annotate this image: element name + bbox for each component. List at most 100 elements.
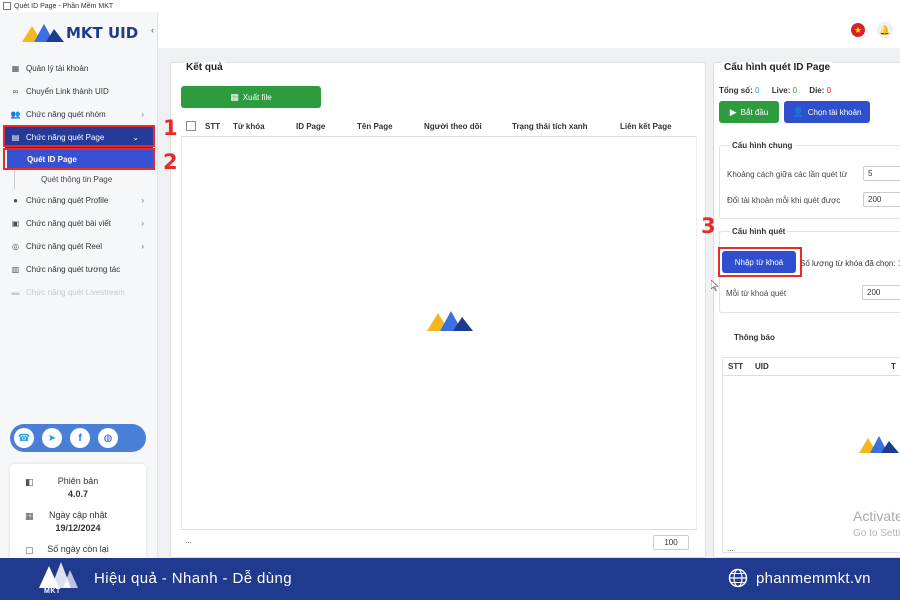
sidebar-item-scan-reel[interactable]: ◎ Chức năng quét Reel › [0, 235, 158, 258]
column-header[interactable]: STT [728, 362, 743, 371]
interaction-icon: ▥ [11, 265, 20, 274]
sidebar-item-scan-interaction[interactable]: ▥ Chức năng quét tương tác [0, 258, 158, 281]
notification-table-header: STT UID T [723, 358, 900, 376]
select-all-checkbox[interactable] [186, 121, 196, 131]
globe-icon [728, 568, 748, 588]
column-header[interactable]: UID [755, 362, 769, 371]
vietnam-flag-icon[interactable]: ★ [851, 23, 865, 37]
sidebar-item-link-to-uid[interactable]: ∞ Chuyển Link thành UID [0, 80, 158, 103]
globe-icon[interactable]: ◍ [98, 428, 118, 448]
results-panel: Kết quả ▦ Xuất file STT Từ khóa ID Page … [170, 62, 706, 558]
delay-label: Khoảng cách giữa các lần quét từ [727, 170, 848, 179]
keyword-count: Số lượng từ khóa đã chọn: 1 [800, 259, 900, 268]
sidebar-nav: ▦ Quản lý tài khoản ∞ Chuyển Link thành … [0, 57, 158, 304]
sidebar-item-scan-group[interactable]: 👥 Chức năng quét nhóm › [0, 103, 158, 126]
step-number: 2 [163, 150, 178, 174]
column-header[interactable]: ID Page [296, 122, 325, 131]
sidebar-item-label: Chức năng quét Livestream [26, 288, 125, 297]
mouse-cursor-icon [711, 280, 719, 291]
highlight-import-keywords [718, 247, 802, 277]
step-number: 3 [701, 214, 716, 238]
box-icon: ▢ [25, 545, 34, 555]
mkt-logo-icon [22, 24, 64, 42]
total-count: 0 [755, 86, 760, 95]
chevron-right-icon: › [141, 196, 144, 205]
general-config-group: Cấu hình chung Khoảng cách giữa các lần … [719, 141, 900, 219]
group-title: Cấu hình quét [730, 227, 788, 236]
brand-name: MKT UID [66, 24, 139, 42]
sidebar-item-label: Chức năng quét Reel [26, 242, 103, 251]
sidebar-item-label: Chức năng quét tương tác [26, 265, 121, 274]
users-icon: 👥 [10, 110, 21, 119]
column-header[interactable]: Trạng thái tích xanh [512, 122, 588, 131]
config-title: Cấu hình quét ID Page [722, 62, 833, 73]
user-icon: 👤 [792, 106, 804, 117]
profile-icon: ● [13, 196, 18, 205]
app-icon [3, 2, 11, 10]
version-info: ◧ Phiên bản 4.0.7 [25, 476, 99, 499]
support-icon[interactable]: ☎ [14, 428, 34, 448]
facebook-icon[interactable]: f [70, 428, 90, 448]
highlight-scan-id-page [3, 148, 155, 170]
results-table-body [181, 137, 697, 529]
chevron-right-icon: › [141, 110, 144, 119]
sidebar-item-scan-profile[interactable]: ● Chức năng quét Profile › [0, 189, 158, 212]
telegram-icon[interactable]: ➤ [42, 428, 62, 448]
column-header[interactable]: T [891, 362, 896, 371]
results-table-header: STT Từ khóa ID Page Tên Page Người theo … [181, 117, 697, 137]
column-header[interactable]: Từ khóa [233, 122, 265, 131]
per-keyword-input[interactable]: 200 [862, 285, 900, 300]
link-icon: ∞ [12, 87, 19, 96]
chevron-right-icon: › [141, 242, 144, 251]
sidebar-item-label: Chức năng quét nhóm [26, 110, 106, 119]
notification-table: STT UID T Activate Go to Setti ... [722, 357, 900, 553]
excel-icon: ▦ [230, 91, 239, 102]
days-remaining-info: ▢ Số ngày còn lại [25, 544, 109, 555]
app-info-card: ◧ Phiên bản 4.0.7 ▦ Ngày cập nhật 19/12/… [10, 464, 146, 564]
sidebar-subitem-label: Quét thông tin Page [41, 174, 113, 184]
start-button[interactable]: ▶ Bắt đầu [719, 101, 779, 123]
results-table-footer: ... 100 [181, 529, 697, 553]
export-file-button[interactable]: ▦ Xuất file [181, 86, 321, 108]
livestream-icon: ▬ [11, 288, 20, 297]
brand-logo: MKT UID [22, 22, 138, 44]
sidebar-item-account-management[interactable]: ▦ Quản lý tài khoản [0, 57, 158, 80]
config-panel: Cấu hình quét ID Page Tổng số: 0 Live: 0… [713, 62, 900, 558]
account-stats: Tổng số: 0 Live: 0 Die: 0 [719, 86, 832, 95]
promo-banner: MKT Hiệu quả - Nhanh - Dễ dùng phanmemmk… [0, 558, 900, 600]
sidebar-item-label: Quản lý tài khoản [26, 64, 89, 73]
switch-account-input[interactable]: 200 [863, 192, 900, 207]
column-header[interactable]: Người theo dõi [424, 122, 482, 131]
version-icon: ◧ [25, 477, 34, 487]
bell-icon[interactable]: 🔔 [877, 22, 893, 38]
sidebar-subitem-scan-page-info[interactable]: Quét thông tin Page [14, 169, 158, 189]
banner-slogan: Hiệu quả - Nhanh - Dễ dùng [94, 570, 293, 587]
post-icon: ▣ [11, 219, 20, 228]
collapse-chevron-icon[interactable]: ‹ [151, 25, 154, 35]
sidebar-item-label: Chức năng quét bài viết [26, 219, 111, 228]
activate-watermark: Activate [853, 508, 900, 524]
page-size-input[interactable]: 100 [653, 535, 689, 550]
live-count: 0 [792, 86, 798, 95]
footer-dots: ... [185, 536, 192, 545]
top-bar: ★ 🔔 [158, 12, 900, 48]
sidebar-item-scan-livestream: ▬ Chức năng quét Livestream [0, 281, 158, 304]
choose-account-button[interactable]: 👤 Chọn tài khoản [784, 101, 870, 123]
updated-info: ▦ Ngày cập nhật 19/12/2024 [25, 510, 108, 533]
window-titlebar: Quét ID Page - Phần Mềm MKT [0, 0, 900, 12]
play-icon: ▶ [729, 106, 737, 117]
goto-settings-watermark: Go to Setti [853, 528, 900, 539]
column-header[interactable]: STT [205, 122, 220, 131]
column-header[interactable]: Tên Page [357, 122, 393, 131]
delay-input[interactable]: 5 [863, 166, 900, 181]
social-links: ☎ ➤ f ◍ [10, 424, 146, 452]
reel-icon: ◎ [12, 242, 19, 251]
notification-title: Thông báo [734, 333, 775, 342]
notification-footer-dots: ... [727, 544, 734, 553]
mkt-logo-icon [859, 436, 899, 453]
chevron-right-icon: › [141, 219, 144, 228]
banner-website[interactable]: phanmemmkt.vn [756, 570, 871, 587]
column-header[interactable]: Liên kết Page [620, 122, 672, 131]
calendar-icon: ▦ [25, 511, 34, 521]
sidebar-item-scan-post[interactable]: ▣ Chức năng quét bài viết › [0, 212, 158, 235]
